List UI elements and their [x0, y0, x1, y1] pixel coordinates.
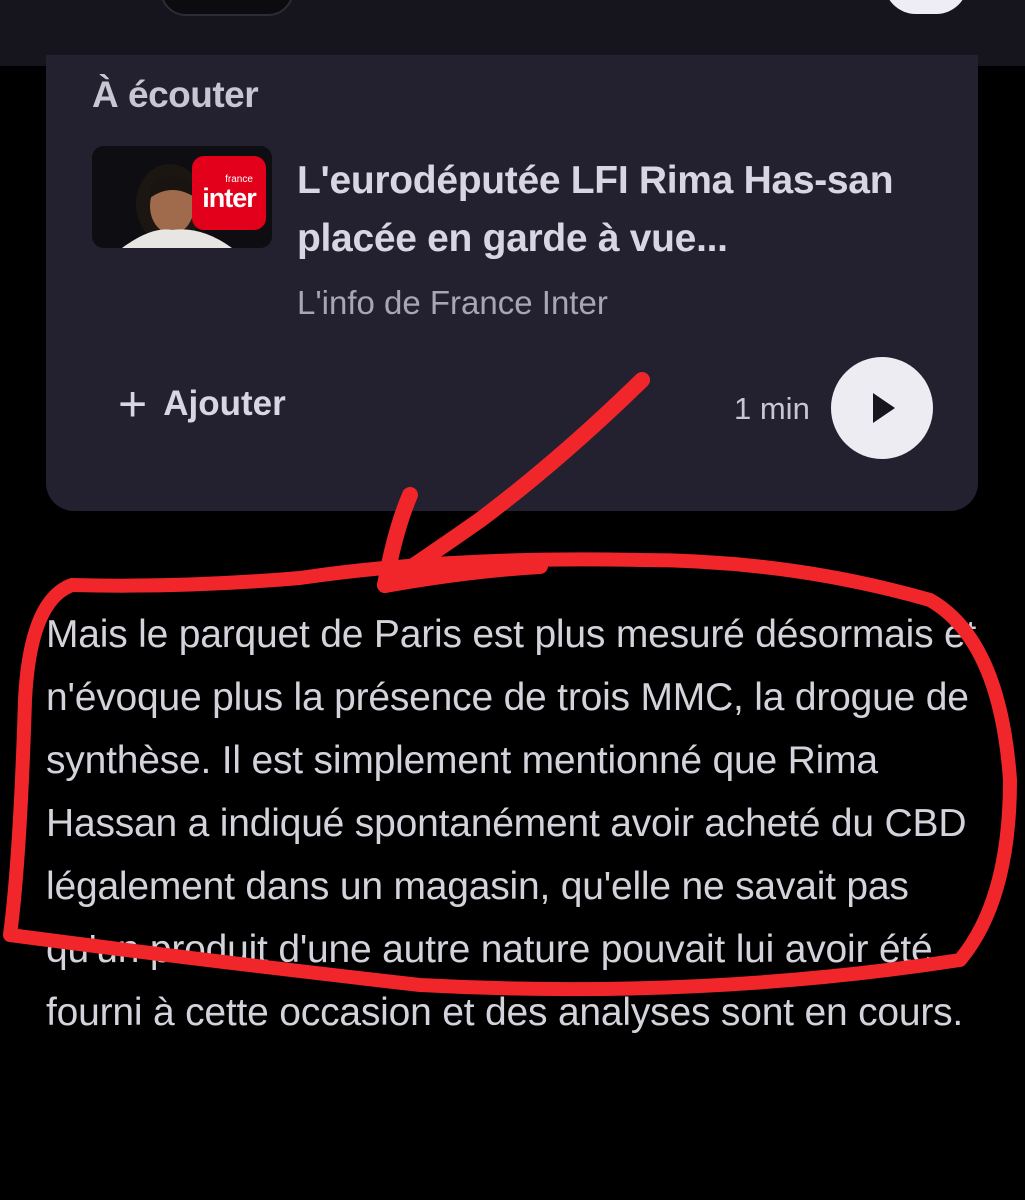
- arrow-head-bottom: [377, 558, 548, 593]
- play-button[interactable]: [831, 357, 933, 459]
- card-section-title: À écouter: [92, 74, 259, 115]
- play-icon: [873, 393, 895, 423]
- plus-icon: +: [118, 376, 148, 432]
- topbar-pill-button[interactable]: [160, 0, 294, 16]
- article-paragraph: Mais le parquet de Paris est plus mesuré…: [46, 613, 977, 1034]
- add-button[interactable]: + Ajouter: [118, 376, 286, 432]
- france-inter-logo: france inter: [192, 156, 266, 230]
- episode-title[interactable]: L'eurodéputée LFI Rima Has-san placée en…: [297, 152, 917, 268]
- episode-thumbnail[interactable]: france inter: [92, 146, 272, 248]
- episode-source[interactable]: L'info de France Inter: [297, 284, 608, 322]
- episode-duration: 1 min: [734, 391, 810, 426]
- topbar-round-button[interactable]: [884, 0, 968, 14]
- add-button-label: Ajouter: [163, 384, 286, 423]
- audio-card: [46, 55, 978, 511]
